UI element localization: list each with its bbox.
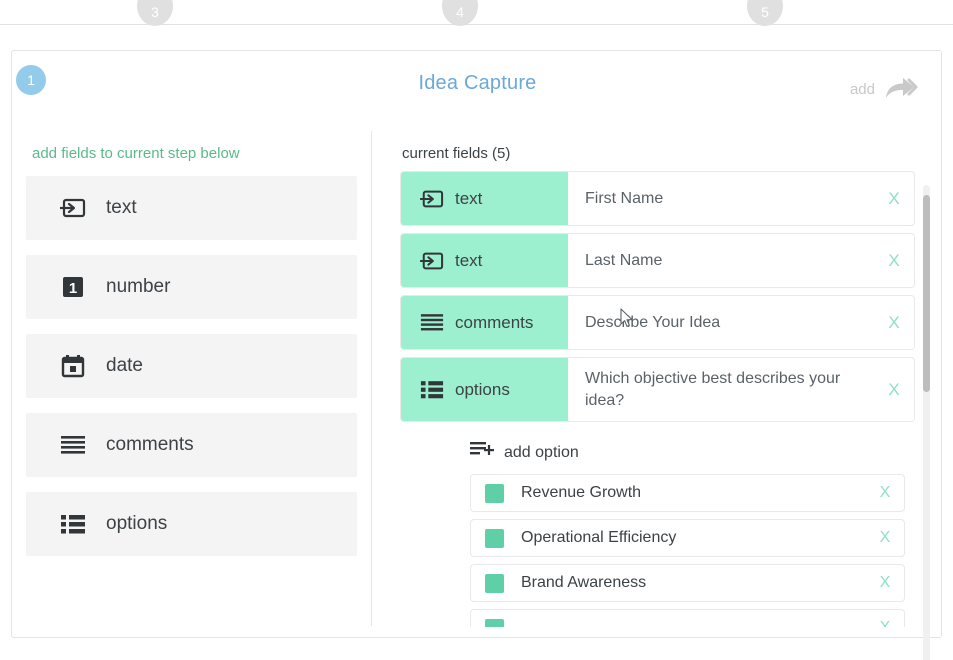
text-input-icon — [409, 250, 455, 272]
remove-option-button[interactable]: X — [866, 574, 904, 592]
field-type-tag: comments — [401, 296, 568, 349]
field-type-label: comments — [455, 313, 533, 333]
add-option-button[interactable]: add option — [470, 440, 943, 465]
palette-item-label: text — [106, 197, 137, 219]
palette-title: add fields to current step below — [32, 145, 240, 162]
add-label: add — [850, 81, 875, 98]
fields-scrollbar-thumb[interactable] — [923, 195, 930, 392]
palette-list: text 1 number — [26, 176, 357, 571]
page-title: Idea Capture — [12, 72, 943, 95]
field-type-tag: text — [401, 172, 568, 225]
field-type-label: options — [455, 380, 510, 400]
option-label[interactable]: Operational Efficiency — [521, 529, 866, 547]
step-editor-card: 1 Idea Capture add add fields to current… — [11, 50, 942, 638]
add-option-label: add option — [504, 444, 579, 462]
palette-item-comments[interactable]: comments — [26, 413, 357, 477]
current-fields-title: current fields (5) — [402, 145, 510, 162]
list-icon — [409, 380, 455, 399]
palette-item-options[interactable]: options — [26, 492, 357, 556]
calendar-icon — [44, 354, 102, 378]
field-row[interactable]: options Which objective best describes y… — [400, 357, 915, 422]
option-label[interactable]: Brand Awareness — [521, 574, 866, 592]
text-input-icon — [409, 188, 455, 210]
field-palette-panel: add fields to current step below text — [12, 123, 371, 627]
step-progress-bar: 3 4 5 — [0, 0, 953, 46]
remove-option-button[interactable]: X — [866, 529, 904, 547]
field-value[interactable]: Describe Your Idea — [568, 296, 874, 349]
field-row[interactable]: text Last Name X — [400, 233, 915, 288]
option-color-swatch[interactable] — [485, 619, 504, 628]
add-step-control[interactable]: add — [850, 75, 921, 103]
field-value[interactable]: First Name — [568, 172, 874, 225]
palette-item-text[interactable]: text — [26, 176, 357, 240]
palette-item-label: number — [106, 276, 170, 298]
step-circle-3-label: 3 — [151, 4, 159, 20]
svg-text:1: 1 — [69, 280, 77, 297]
option-row[interactable]: Brand Awareness X — [470, 564, 905, 602]
step-circle-5[interactable]: 5 — [747, 0, 783, 26]
option-row[interactable]: Operational Efficiency X — [470, 519, 905, 557]
remove-field-button[interactable]: X — [874, 296, 914, 349]
option-color-swatch[interactable] — [485, 484, 504, 503]
lines-icon — [44, 435, 102, 455]
option-color-swatch[interactable] — [485, 529, 504, 548]
option-row[interactable]: X — [470, 609, 905, 627]
field-row[interactable]: comments Describe Your Idea X — [400, 295, 915, 350]
palette-item-number[interactable]: 1 number — [26, 255, 357, 319]
remove-option-button[interactable]: X — [866, 484, 904, 502]
lines-icon — [409, 313, 455, 332]
step-circle-4[interactable]: 4 — [442, 0, 478, 26]
list-icon — [44, 514, 102, 534]
palette-item-label: date — [106, 355, 143, 377]
field-type-tag: options — [401, 358, 568, 421]
number-icon: 1 — [44, 275, 102, 299]
remove-field-button[interactable]: X — [874, 234, 914, 287]
remove-option-button[interactable]: X — [866, 619, 904, 627]
field-value[interactable]: Last Name — [568, 234, 874, 287]
list-plus-icon — [470, 440, 494, 465]
palette-item-label: options — [106, 513, 167, 535]
field-type-label: text — [455, 189, 482, 209]
step-circle-4-label: 4 — [456, 4, 464, 20]
field-type-tag: text — [401, 234, 568, 287]
field-row[interactable]: text First Name X — [400, 171, 915, 226]
step-circle-3[interactable]: 3 — [137, 0, 173, 26]
field-value[interactable]: Which objective best describes your idea… — [568, 358, 874, 421]
current-fields-scroll-area[interactable]: text First Name X — [372, 171, 943, 627]
field-type-label: text — [455, 251, 482, 271]
text-input-icon — [44, 196, 102, 220]
editor-body: add fields to current step below text — [12, 123, 943, 627]
current-fields-panel: current fields (5) — [372, 123, 943, 627]
remove-field-button[interactable]: X — [874, 172, 914, 225]
option-color-swatch[interactable] — [485, 574, 504, 593]
forward-arrow-icon[interactable] — [883, 75, 921, 103]
step-circle-5-label: 5 — [761, 4, 769, 20]
step-connector-line — [0, 24, 953, 25]
remove-field-button[interactable]: X — [874, 358, 914, 421]
fields-scrollbar-track[interactable] — [923, 185, 930, 660]
palette-item-date[interactable]: date — [26, 334, 357, 398]
app-root: 3 4 5 1 Idea Capture add — [0, 0, 953, 660]
palette-item-label: comments — [106, 434, 194, 456]
option-row[interactable]: Revenue Growth X — [470, 474, 905, 512]
option-label[interactable]: Revenue Growth — [521, 484, 866, 502]
